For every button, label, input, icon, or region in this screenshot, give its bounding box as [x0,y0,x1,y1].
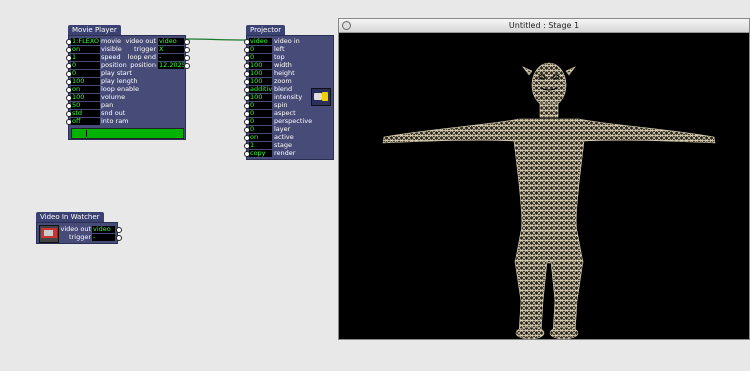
stage-title: Untitled : Stage 1 [508,21,580,30]
input-value-field[interactable]: 0 [249,109,272,117]
input-value-field[interactable]: 100 [249,61,272,69]
input-label: aspect [274,109,296,117]
input-value-field[interactable]: 0 [249,101,272,109]
input-label: perspective [274,117,313,125]
stage-window[interactable]: Untitled : Stage 1 [338,18,750,340]
input-label: height [274,69,295,77]
input-value-field[interactable]: 100 [249,77,272,85]
input-label: stage [274,141,293,149]
input-label: active [274,133,294,141]
input-value-field[interactable]: 100 [249,93,272,101]
input-value-field[interactable]: on [249,133,272,141]
wireframe-figure-image [382,62,716,340]
projector-body: video video in 0 left 0 top 100 width 100 height 1… [244,35,334,160]
input-value-field[interactable]: 0 [249,117,272,125]
input-label: video in [274,37,300,45]
output-value-field: video [92,225,115,233]
stage-canvas [339,33,749,340]
output-port-dot[interactable] [116,234,122,241]
stage-title-bar[interactable]: Untitled : Stage 1 [339,19,749,33]
input-label: intensity [274,93,303,101]
output-port-dot[interactable] [116,226,122,233]
video-watcher-actor[interactable]: Video In Watcher video out video trigger - [36,212,122,244]
input-value-field[interactable]: 100 [249,69,272,77]
input-value-field[interactable]: 0 [249,125,272,133]
video-watcher-body: video out video trigger - [36,222,122,244]
output-value-field: - [92,233,115,241]
input-label: zoom [274,77,292,85]
input-label: layer [274,125,291,133]
input-value-field[interactable]: additive [249,85,272,93]
input-value-field[interactable]: 1 [249,141,272,149]
output-label: trigger [69,233,91,241]
input-label: left [274,45,285,53]
camera-icon [39,225,59,243]
input-value-field[interactable]: video [249,37,272,45]
input-label: blend [274,85,293,93]
input-label: top [274,53,285,61]
input-value-field[interactable]: 0 [249,45,272,53]
input-label: render [274,149,296,157]
input-label: spin [274,101,288,109]
input-value-field[interactable]: copy [249,149,272,157]
close-window-icon[interactable] [342,21,351,30]
input-label: width [274,61,292,69]
input-value-field[interactable]: 0 [249,53,272,61]
projector-icon [311,88,331,106]
projector-actor[interactable]: Projector video video in 0 left 0 top 100 width… [244,25,334,160]
output-label: video out [60,225,91,233]
